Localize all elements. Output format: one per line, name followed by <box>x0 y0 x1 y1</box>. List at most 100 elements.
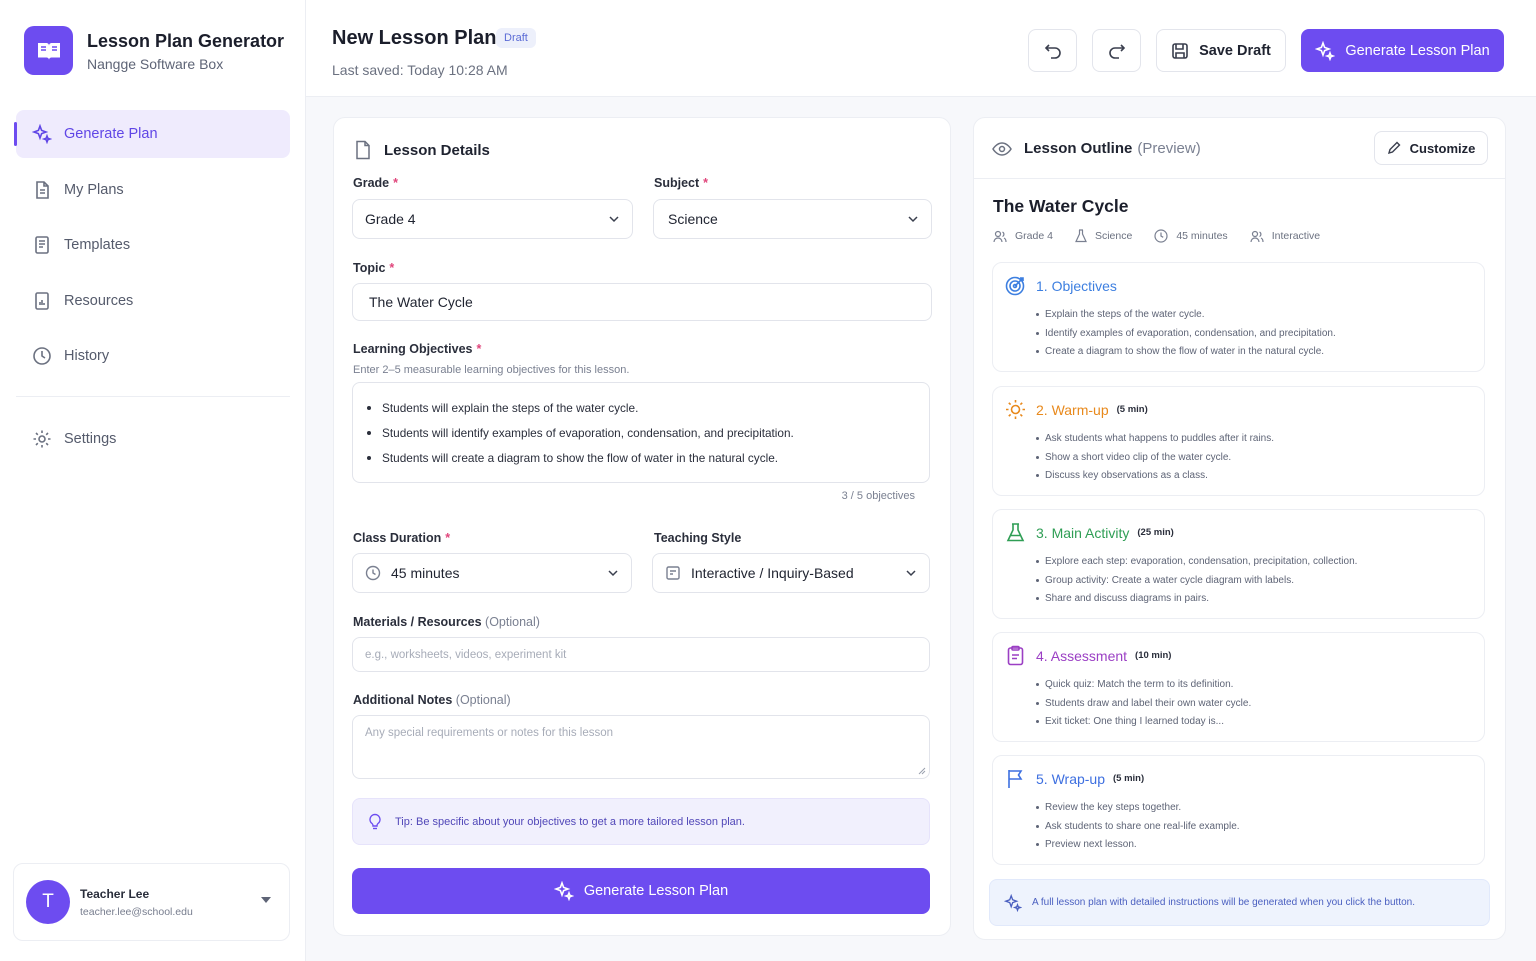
undo-icon <box>1044 43 1061 59</box>
sidebar-item-generate-plan[interactable]: Generate Plan <box>14 110 290 158</box>
tip-text: Tip: Be specific about your objectives t… <box>395 815 745 828</box>
book-logo-icon <box>24 26 73 75</box>
grade-label: Grade * <box>353 176 399 190</box>
status-badge: Draft <box>496 28 536 48</box>
clock-icon <box>33 347 51 365</box>
section-item: Review the key steps together. <box>1036 798 1240 817</box>
pencil-icon <box>1387 141 1401 155</box>
redo-button[interactable] <box>1092 29 1141 72</box>
meta-style: Interactive <box>1250 230 1320 243</box>
objective-item: Students will create a diagram to show t… <box>367 445 929 470</box>
resize-handle-icon[interactable] <box>918 767 926 775</box>
info-note: A full lesson plan with detailed instruc… <box>989 879 1490 926</box>
sidebar-item-label: Settings <box>64 431 117 447</box>
objectives-textarea[interactable]: Students will explain the steps of the w… <box>352 382 930 483</box>
document-icon <box>36 180 49 199</box>
section-duration: (5 min) <box>1113 773 1145 784</box>
sidebar-item-my-plans[interactable]: My Plans <box>16 166 290 214</box>
caret-down-icon[interactable] <box>261 897 271 903</box>
nav-divider <box>16 396 290 397</box>
resources-icon <box>35 291 49 310</box>
grade-value: Grade 4 <box>365 211 416 227</box>
sidebar-nav: Generate Plan My Plans Templates Resourc… <box>14 110 290 471</box>
template-icon <box>35 236 49 254</box>
topic-value: The Water Cycle <box>369 294 473 310</box>
generate-label: Generate Lesson Plan <box>583 883 729 899</box>
section-item: Ask students to share one real-life exam… <box>1036 817 1240 836</box>
subject-label: Subject * <box>654 176 709 190</box>
section-item: Create a diagram to show the flow of wat… <box>1036 342 1336 361</box>
sidebar-item-history[interactable]: History <box>16 332 290 380</box>
customize-label: Customize <box>1409 140 1476 156</box>
eye-icon <box>992 141 1012 156</box>
outline-section-assessment[interactable]: 4. Assessment (10 min) Quick quiz: Match… <box>992 632 1485 742</box>
section-item: Exit ticket: One thing I learned today i… <box>1036 712 1251 731</box>
section-item: Discuss key observations as a class. <box>1036 466 1274 485</box>
meta-subject: Science <box>1075 229 1132 243</box>
sun-icon <box>1006 400 1025 419</box>
panel-title: Lesson Outline (Preview) <box>992 140 1201 157</box>
generate-label: Generate Lesson Plan <box>1345 42 1490 59</box>
section-item: Show a short video clip of the water cyc… <box>1036 448 1274 467</box>
teaching-style-value: Interactive / Inquiry-Based <box>691 565 854 581</box>
topic-input[interactable]: The Water Cycle <box>352 283 932 321</box>
section-item: Preview next lesson. <box>1036 835 1240 854</box>
notes-label: Additional Notes (Optional) <box>353 693 511 707</box>
materials-label: Materials / Resources (Optional) <box>353 615 540 629</box>
subject-select[interactable]: Science <box>653 199 932 239</box>
sidebar-item-templates[interactable]: Templates <box>16 221 290 269</box>
divider <box>974 178 1505 179</box>
subject-value: Science <box>668 211 718 227</box>
sidebar-item-label: My Plans <box>64 181 124 198</box>
save-icon <box>1172 42 1188 59</box>
layout-icon <box>666 566 680 580</box>
sparkle-icon <box>1004 893 1022 912</box>
customize-button[interactable]: Customize <box>1374 131 1488 165</box>
user-card[interactable]: T Teacher Lee teacher.lee@school.edu <box>13 863 290 941</box>
section-duration: (5 min) <box>1116 404 1148 415</box>
user-email: teacher.lee@school.edu <box>80 905 193 918</box>
avatar: T <box>26 880 70 924</box>
page-title: New Lesson Plan <box>332 27 497 49</box>
app-subtitle: Nangge Software Box <box>87 55 224 72</box>
materials-input[interactable]: e.g., worksheets, videos, experiment kit <box>352 637 930 672</box>
generate-lesson-plan-button[interactable]: Generate Lesson Plan <box>352 868 930 914</box>
outline-section-main-activity[interactable]: 3. Main Activity (25 min) Explore each s… <box>992 509 1485 619</box>
section-item: Students draw and label their own water … <box>1036 694 1251 713</box>
outline-section-warm-up[interactable]: 2. Warm-up (5 min) Ask students what hap… <box>992 386 1485 496</box>
generate-lesson-plan-button[interactable]: Generate Lesson Plan <box>1301 29 1504 72</box>
user-name: Teacher Lee <box>80 886 150 901</box>
sidebar-item-label: Generate Plan <box>64 126 158 142</box>
tip-box: Tip: Be specific about your objectives t… <box>352 798 930 845</box>
teaching-style-select[interactable]: Interactive / Inquiry-Based <box>652 553 930 593</box>
sparkle-icon <box>32 124 52 144</box>
page-header: New Lesson Plan Draft Last saved: Today … <box>306 0 1536 97</box>
objectives-count: 3 / 5 objectives <box>841 490 915 502</box>
outline-section-wrap-up[interactable]: 5. Wrap-up (5 min) Review the key steps … <box>992 755 1485 865</box>
flag-icon <box>1008 770 1023 788</box>
section-title: 1. Objectives <box>1036 277 1117 294</box>
duration-select[interactable]: 45 minutes <box>352 553 632 593</box>
document-icon <box>356 140 370 160</box>
objectives-help-text: Enter 2–5 measurable learning objectives… <box>353 364 630 376</box>
sparkle-icon <box>553 881 574 901</box>
outline-section-objectives[interactable]: 1. Objectives Explain the steps of the w… <box>992 262 1485 372</box>
info-note-text: A full lesson plan with detailed instruc… <box>1032 897 1416 908</box>
clock-icon <box>1154 229 1168 243</box>
notes-textarea[interactable]: Any special requirements or notes for th… <box>352 715 930 779</box>
section-title: 4. Assessment <box>1036 647 1128 664</box>
sidebar-item-resources[interactable]: Resources <box>16 277 290 325</box>
lesson-details-panel: Lesson Details Grade * Grade 4 Subject * S… <box>333 117 951 936</box>
meta-grade: Grade 4 <box>993 230 1053 243</box>
section-item: Ask students what happens to puddles aft… <box>1036 429 1274 448</box>
clipboard-icon <box>1007 645 1024 666</box>
grade-select[interactable]: Grade 4 <box>352 199 633 239</box>
section-title: 5. Wrap-up <box>1036 770 1105 787</box>
section-duration: (25 min) <box>1137 527 1174 538</box>
brand: Lesson Plan Generator Nangge Software Bo… <box>24 26 284 75</box>
sidebar-item-settings[interactable]: Settings <box>16 415 290 463</box>
save-draft-button[interactable]: Save Draft <box>1156 29 1286 72</box>
topic-label: Topic * <box>353 261 395 275</box>
lesson-outline-panel: Lesson Outline (Preview) Customize The Wa… <box>973 117 1506 940</box>
undo-button[interactable] <box>1028 29 1077 72</box>
